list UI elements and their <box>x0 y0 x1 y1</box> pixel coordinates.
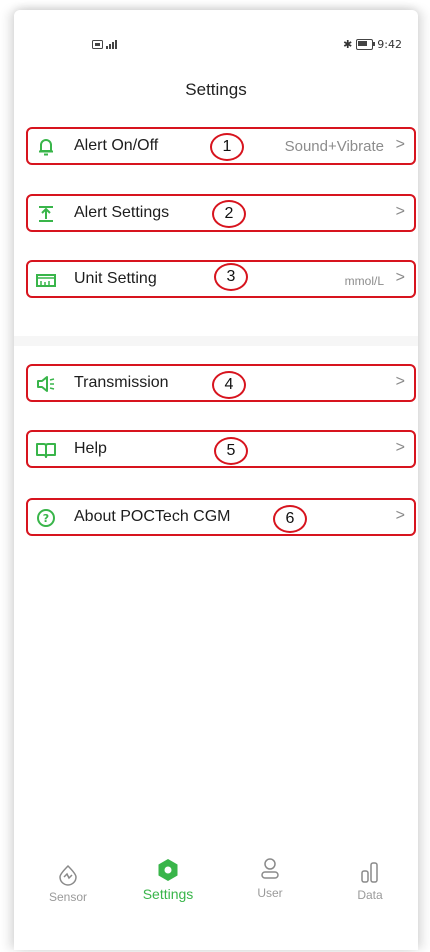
tab-settings-label: Settings <box>142 886 194 902</box>
status-left <box>92 40 117 49</box>
about-row[interactable]: ? About POCTech CGM > <box>26 498 416 536</box>
tab-sensor[interactable]: Sensor <box>28 864 108 904</box>
section-divider <box>14 336 418 346</box>
transmission-label: Transmission <box>74 374 169 391</box>
annotation-badge: 5 <box>214 437 248 465</box>
annotation-badge: 3 <box>214 263 248 291</box>
unit-setting-value: mmol/L <box>344 274 384 288</box>
bottom-tab-bar: Sensor Settings User Data <box>14 858 418 950</box>
tab-user-label: User <box>257 886 283 900</box>
tab-sensor-label: Sensor <box>48 890 88 904</box>
page-title: Settings <box>185 80 247 99</box>
chevron-right-icon: > <box>395 373 405 390</box>
svg-text:?: ? <box>43 512 49 525</box>
battery-icon <box>356 39 376 50</box>
chevron-right-icon: > <box>395 136 405 153</box>
status-bar: ✱ 9:42 <box>14 10 418 70</box>
alert-on-off-label: Alert On/Off <box>74 137 159 154</box>
tab-data[interactable]: Data <box>330 860 410 902</box>
annotation-badge: 2 <box>212 200 246 228</box>
user-icon <box>261 858 279 879</box>
data-icon <box>361 862 378 883</box>
signal-icon <box>106 40 117 49</box>
bluetooth-icon: ✱ <box>343 38 353 51</box>
tab-data-label: Data <box>357 888 383 902</box>
alert-on-off-value: Sound+Vibrate <box>284 138 384 155</box>
tab-settings[interactable]: Settings <box>128 858 208 902</box>
annotation-badge: 4 <box>212 371 246 399</box>
question-circle-icon: ? <box>37 509 55 527</box>
chevron-right-icon: > <box>395 203 405 220</box>
annotation-badge: 6 <box>273 505 307 533</box>
phone-screen: ✱ 9:42 Settings Alert On/Off Sound+Vibra… <box>14 10 418 950</box>
chevron-right-icon: > <box>395 269 405 286</box>
speaker-icon <box>37 376 55 392</box>
bell-icon <box>39 139 53 156</box>
status-right: ✱ 9:42 <box>343 38 402 51</box>
book-icon <box>36 443 56 458</box>
alert-settings-icon <box>39 206 53 222</box>
alert-settings-label: Alert Settings <box>74 204 170 221</box>
ruler-icon <box>36 274 56 287</box>
status-time: 9:42 <box>377 38 402 51</box>
sim-icon <box>92 40 103 49</box>
unit-setting-label: Unit Setting <box>74 270 157 287</box>
annotation-badge: 1 <box>210 133 244 161</box>
chevron-right-icon: > <box>395 439 405 456</box>
sensor-icon <box>59 864 77 886</box>
chevron-right-icon: > <box>395 507 405 524</box>
about-label: About POCTech CGM <box>74 508 231 525</box>
help-label: Help <box>74 440 107 457</box>
settings-icon <box>158 859 178 881</box>
tab-user[interactable]: User <box>230 856 310 900</box>
